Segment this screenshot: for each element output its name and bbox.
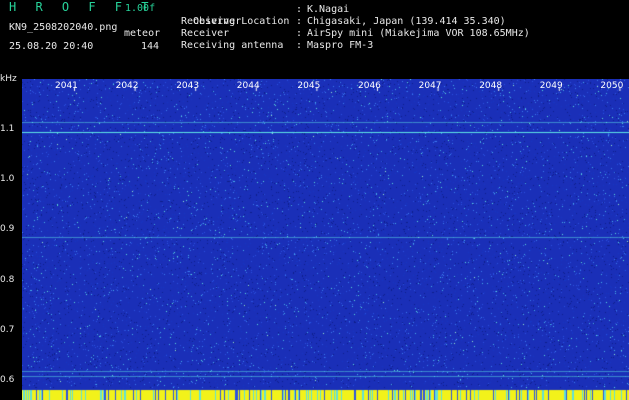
time-tick-label: 2042 — [115, 81, 139, 91]
y-tick-label: 1.1 — [0, 124, 15, 134]
field-value-location: Chigasaki, Japan (139.414 35.340) — [307, 16, 506, 27]
y-tick-label: 0.9 — [0, 224, 15, 234]
axis-unit: kHz — [0, 74, 17, 84]
y-tick-label: 0.8 — [0, 275, 15, 285]
field-sep: : — [296, 4, 303, 15]
time-tick-label: 2046 — [358, 81, 381, 91]
field-value-receiver: AirSpy mini (Miakejima VOR 108.65MHz) — [307, 28, 530, 39]
time-tick-label: 2050 — [600, 81, 624, 91]
field-label-location: Receiving Location — [181, 16, 290, 27]
field-value-observer: K.Nagai — [307, 4, 350, 15]
header-count: 144 — [141, 41, 160, 52]
time-tick-label: 2044 — [236, 81, 260, 91]
header-filename: KN9_2508202040.png — [9, 22, 118, 33]
field-value-antenna: Maspro FM-3 — [307, 40, 374, 51]
header-mode: meteor — [124, 28, 161, 39]
spectrogram — [22, 79, 629, 400]
time-tick-label: 2048 — [479, 81, 503, 91]
field-sep: : — [296, 40, 303, 51]
field-label-antenna: Receiving antenna — [181, 40, 284, 51]
header-datetime: 25.08.20 20:40 — [9, 41, 94, 52]
y-tick-label: 1.0 — [0, 174, 15, 184]
y-tick-label: 0.7 — [0, 325, 15, 335]
time-tick-label: 2041 — [55, 81, 78, 91]
time-tick-label: 2045 — [297, 81, 321, 91]
field-sep: : — [296, 16, 303, 27]
field-label-receiver: Receiver — [181, 28, 230, 39]
y-tick-label: 0.6 — [0, 375, 15, 385]
time-tick-label: 2047 — [418, 81, 442, 91]
header-version: 1.00f — [125, 3, 156, 14]
time-tick-label: 2043 — [176, 81, 200, 91]
time-tick-label: 2049 — [539, 81, 563, 91]
field-sep: : — [296, 28, 303, 39]
